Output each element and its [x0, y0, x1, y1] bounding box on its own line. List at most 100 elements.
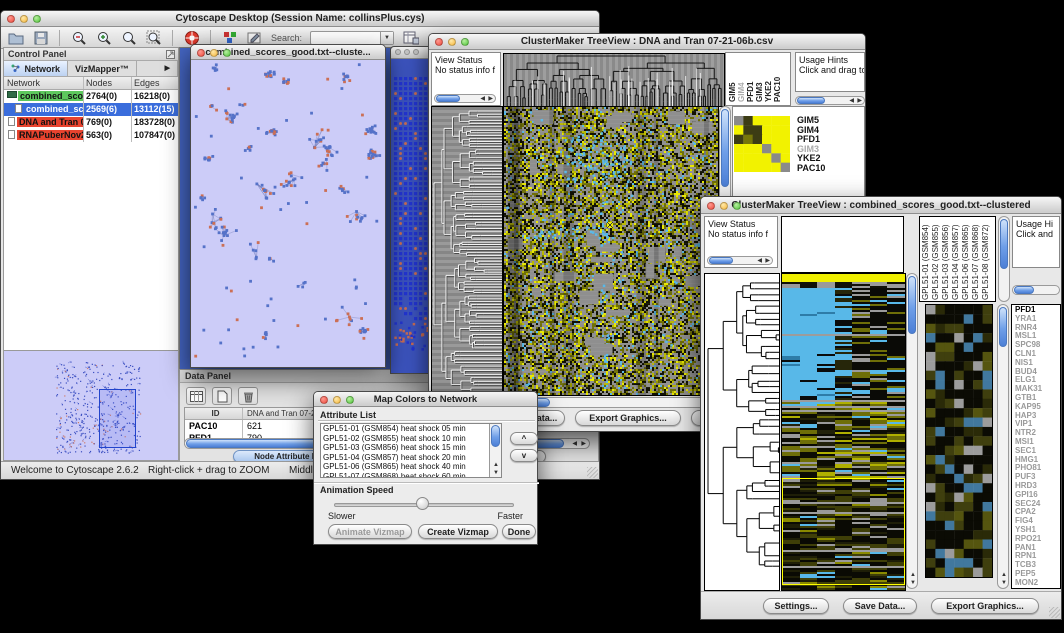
window-resize-grip[interactable]	[587, 467, 598, 478]
desktop: Cytoscape Desktop (Session Name: collins…	[0, 0, 1064, 633]
close-button[interactable]	[320, 396, 328, 404]
animate-vizmap-button[interactable]: Animate Vizmap	[328, 524, 412, 539]
tab-network[interactable]: Network	[4, 61, 68, 76]
network-canvas[interactable]	[191, 60, 385, 367]
control-panel-tabs: Network VizMapper™ ▶	[4, 61, 178, 77]
list-item[interactable]: GPL51-01 (GSM854) heat shock 05 min	[321, 424, 489, 434]
column-label: GPL51-01 (GSM854)	[921, 220, 931, 300]
dialog-titlebar[interactable]: Map Colors to Network	[314, 392, 537, 407]
list-item[interactable]: GPL51-02 (GSM855) heat shock 10 min	[321, 434, 489, 444]
attribute-list-label: Attribute List	[320, 410, 376, 420]
export-graphics-button[interactable]: Export Graphics...	[575, 410, 681, 426]
speed-slider-thumb[interactable]	[416, 497, 429, 510]
tv1-row-dendrogram[interactable]	[431, 106, 503, 396]
close-button[interactable]	[395, 49, 401, 55]
close-button[interactable]	[435, 38, 443, 46]
minimize-button[interactable]	[210, 49, 218, 57]
tv1-status-scrollbar[interactable]: ◀▶	[434, 94, 496, 103]
tv1-global-heatmap[interactable]	[503, 106, 719, 396]
create-vizmap-button[interactable]: Create Vizmap	[418, 524, 498, 539]
float-panel-icon[interactable]	[166, 50, 175, 59]
tv2-heatmap-vscrollbar[interactable]: ▲▼	[906, 273, 918, 589]
zoom-button[interactable]	[413, 49, 419, 55]
tv2-zoom-vscrollbar[interactable]: ▲▼	[997, 304, 1009, 589]
tv2-hints-scrollbar[interactable]	[1012, 285, 1060, 295]
doc-icon	[15, 104, 22, 113]
tv2-row-dendrogram[interactable]	[704, 273, 780, 591]
main-title-bar[interactable]: Cytoscape Desktop (Session Name: collins…	[1, 11, 599, 27]
network-overview-panel[interactable]	[4, 350, 178, 460]
zoom-in-icon[interactable]	[95, 29, 112, 46]
new-attribute-icon[interactable]	[212, 387, 232, 405]
tv1-zoom-heatmap[interactable]	[734, 116, 790, 172]
window-resize-grip[interactable]	[1049, 607, 1060, 618]
delete-attribute-trash-icon[interactable]	[238, 387, 258, 405]
column-label: GPL51-06 (GSM865)	[961, 220, 971, 300]
network-row[interactable]: combined_scores2764(0)16218(0)	[4, 90, 178, 103]
background-network-titlebar[interactable]	[391, 47, 432, 59]
minimize-button[interactable]	[333, 396, 341, 404]
tv2-column-tree-area[interactable]	[781, 216, 904, 273]
move-up-button[interactable]: ^	[510, 432, 538, 445]
column-label: GPL51-02 (GSM855)	[931, 220, 941, 300]
minimize-button[interactable]	[720, 202, 728, 210]
zoom-button[interactable]	[223, 49, 231, 57]
close-button[interactable]	[197, 49, 205, 57]
status-hint-zoom: Right-click + drag to ZOOM	[148, 465, 269, 476]
close-button[interactable]	[7, 15, 15, 23]
export-graphics-button[interactable]: Export Graphics...	[931, 598, 1039, 614]
network-row[interactable]: combined_sco2569(6)13112(15)	[4, 103, 178, 116]
tv1-row-labels[interactable]: GIM5GIM4PFD1GIM3YKE2PAC10	[797, 116, 825, 173]
list-item[interactable]: GPL51-04 (GSM857) heat shock 20 min	[321, 453, 489, 463]
background-network-window[interactable]	[390, 46, 433, 374]
minimize-button[interactable]	[404, 49, 410, 55]
tv2-global-heatmap[interactable]	[781, 273, 906, 591]
zoom-selected-icon[interactable]	[145, 29, 162, 46]
treeview2-titlebar[interactable]: ClusterMaker TreeView : combined_scores_…	[701, 197, 1061, 214]
zoom-fit-icon[interactable]	[120, 29, 137, 46]
tv2-zoom-heatmap[interactable]	[925, 304, 993, 578]
doc-icon	[8, 130, 15, 139]
tv2-collabel-vscrollbar[interactable]	[998, 216, 1010, 302]
tab-overflow-arrow[interactable]: ▶	[137, 61, 178, 76]
tv1-usage-hints-panel: Usage HintsClick and drag tc	[795, 52, 865, 92]
network-row[interactable]: RNAPuberNov2+563(0)107847(0)	[4, 129, 178, 142]
settings-button[interactable]: Settings...	[763, 598, 829, 614]
list-item[interactable]: GPL51-07 (GSM868) heat shock 60 min	[321, 472, 489, 479]
tv2-view-status-panel: View StatusNo status info f ◀▶	[704, 216, 778, 268]
zoom-out-icon[interactable]	[70, 29, 87, 46]
network-row[interactable]: DNA and Tran 07769(0)183728(0)	[4, 116, 178, 129]
open-file-icon[interactable]	[7, 29, 24, 46]
done-button[interactable]: Done	[502, 524, 536, 539]
row-label[interactable]: PAC10	[797, 164, 825, 174]
attribute-listbox[interactable]: GPL51-01 (GSM854) heat shock 05 minGPL51…	[320, 423, 502, 478]
control-panel-header: Control Panel	[4, 48, 178, 61]
row-label[interactable]: MON2	[1015, 579, 1060, 588]
treeview1-titlebar[interactable]: ClusterMaker TreeView : DNA and Tran 07-…	[429, 34, 865, 50]
zoom-button[interactable]	[461, 38, 469, 46]
tv1-hints-scrollbar[interactable]: ◀▶	[795, 96, 865, 105]
import-table-icon[interactable]	[402, 29, 419, 46]
zoom-button[interactable]	[33, 15, 41, 23]
close-button[interactable]	[707, 202, 715, 210]
attribute-select-icon[interactable]	[186, 387, 206, 405]
tab-vizmapper[interactable]: VizMapper™	[68, 61, 137, 76]
search-input[interactable]: ▼	[310, 31, 394, 45]
save-icon[interactable]	[32, 29, 49, 46]
move-down-button[interactable]: v	[510, 449, 538, 462]
tv2-row-labels[interactable]: PFD1YRA1RNR4MSL1SPC98CLN1NIS1BUD4ELG1MAK…	[1011, 304, 1061, 589]
attribute-list-scrollbar[interactable]: ▲▼	[489, 424, 501, 477]
dense-network-view[interactable]	[391, 59, 432, 373]
zoom-button[interactable]	[346, 396, 354, 404]
faster-label: Faster	[497, 511, 523, 521]
list-item[interactable]: GPL51-03 (GSM856) heat shock 15 min	[321, 443, 489, 453]
list-item[interactable]: GPL51-06 (GSM865) heat shock 40 min	[321, 462, 489, 472]
tv2-status-scrollbar[interactable]: ◀▶	[707, 256, 773, 265]
save-data-button[interactable]: Save Data...	[843, 598, 917, 614]
tv1-column-dendrogram[interactable]	[503, 53, 725, 107]
minimize-button[interactable]	[20, 15, 28, 23]
minimize-button[interactable]	[448, 38, 456, 46]
search-dropdown-icon[interactable]: ▼	[380, 32, 393, 44]
network-view-titlebar[interactable]: combined_scores_good.txt--cluste...	[191, 45, 385, 60]
zoom-button[interactable]	[733, 202, 741, 210]
